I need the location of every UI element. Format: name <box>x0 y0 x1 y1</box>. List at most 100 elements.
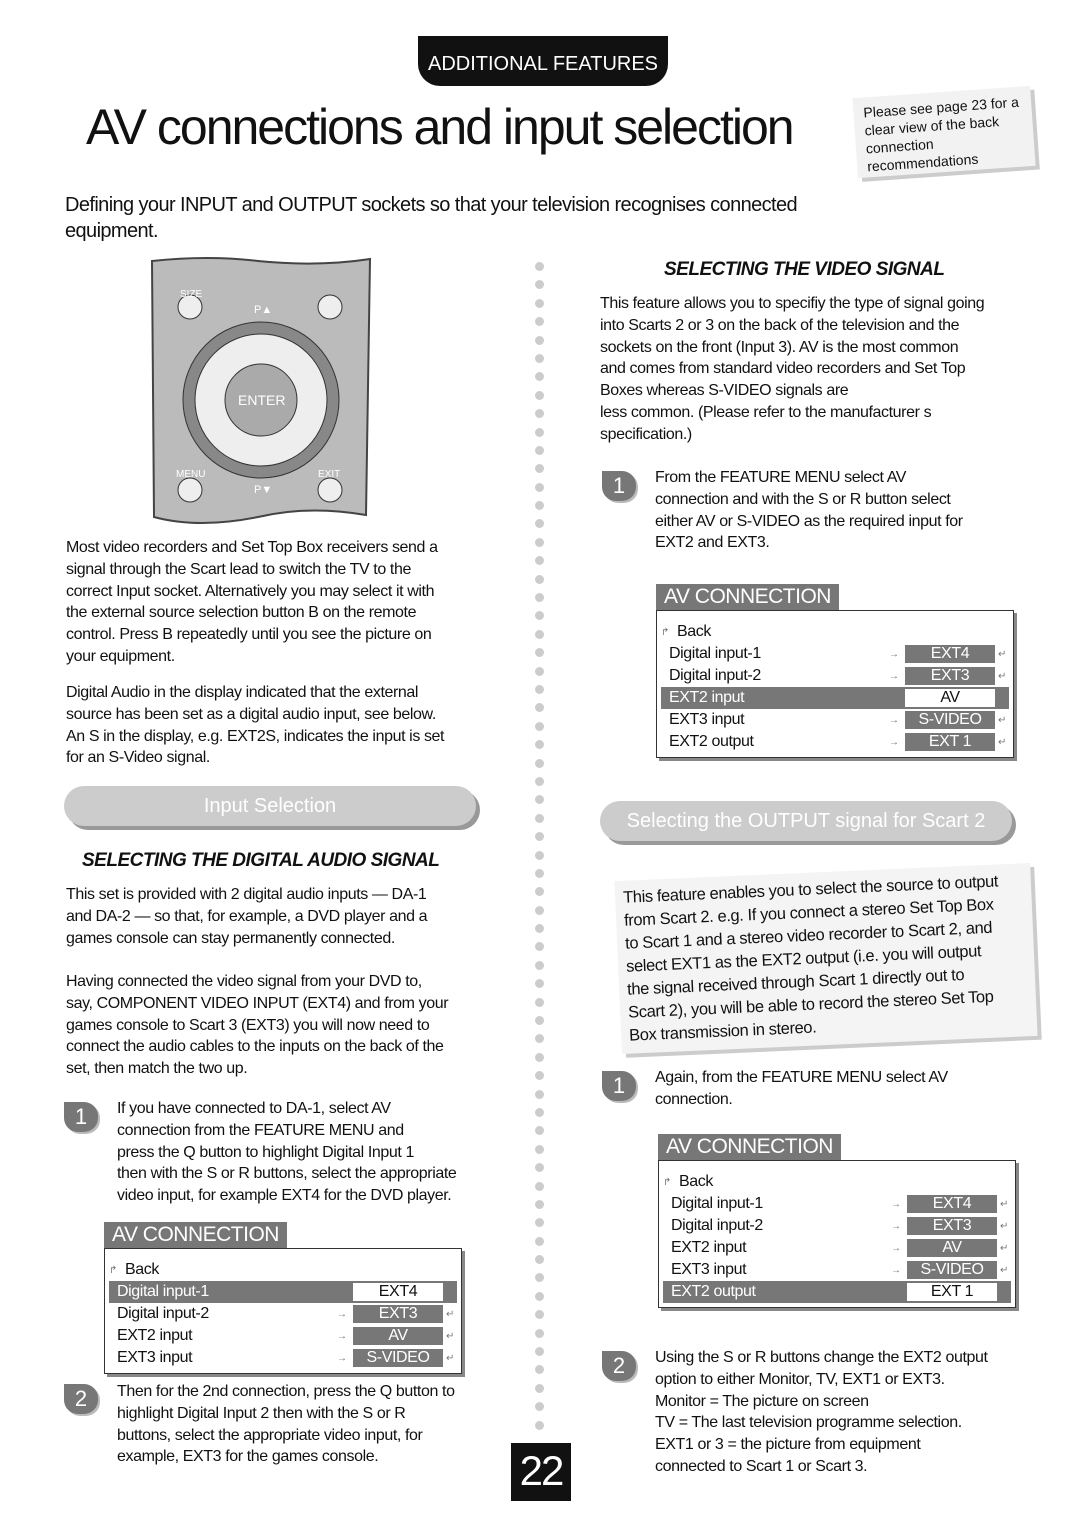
step-number: 2 <box>602 1351 636 1381</box>
divider-dot <box>535 1383 544 1393</box>
menu-row-label: Digital input-2 <box>671 1217 763 1234</box>
divider-dot <box>535 537 544 547</box>
divider-dot <box>535 1107 544 1117</box>
menu-row[interactable]: EXT2 input → AV ↵ <box>109 1325 457 1347</box>
arrow-icon: → <box>337 1330 347 1342</box>
text-line: and comes from standard video recorders … <box>600 360 966 378</box>
divider-dot <box>535 1347 544 1357</box>
arrow-icon: → <box>337 1352 347 1364</box>
text-line: for an S-Video signal. <box>66 749 210 767</box>
text-line: EXT1 or 3 = the picture from equipment <box>655 1436 921 1454</box>
digital-audio-heading: SELECTING THE DIGITAL AUDIO SIGNAL <box>82 850 440 871</box>
left-step-2-text: Then for the 2nd connection, press the Q… <box>117 1381 497 1468</box>
text-line: EXT2 and EXT3. <box>655 534 770 552</box>
divider-dot <box>535 666 544 676</box>
menu-row[interactable]: Digital input-2 → EXT3 ↵ <box>109 1303 457 1325</box>
menu-row-value: EXT3 <box>905 667 995 685</box>
menu-row[interactable]: EXT2 input → AV ↵ <box>661 687 1009 709</box>
text-line: option to either Monitor, TV, EXT1 or EX… <box>655 1370 945 1388</box>
return-icon: ↵ <box>1000 1242 1008 1254</box>
text-line: connection. <box>655 1090 733 1108</box>
divider-dot <box>535 1236 544 1246</box>
arrow-icon: → <box>889 736 899 748</box>
step-number: 2 <box>64 1384 98 1414</box>
menu-row-value: S-VIDEO <box>905 711 995 729</box>
menu-row-value: S-VIDEO <box>353 1349 443 1367</box>
divider-dot <box>535 740 544 750</box>
menu-row-value: EXT4 <box>907 1195 997 1213</box>
text-line: sockets on the front (Input 3). AV is th… <box>600 338 959 356</box>
menu-row[interactable]: EXT3 input → S-VIDEO ↵ <box>663 1259 1011 1281</box>
divider-dot <box>535 942 544 952</box>
menu-row[interactable]: Digital input-1 → EXT4 ↵ <box>663 1193 1011 1215</box>
divider-dot <box>535 960 544 970</box>
left-paragraph-1: Most video recorders and Set Top Box rec… <box>66 537 486 668</box>
menu-row-value: EXT3 <box>907 1217 997 1235</box>
menu-row[interactable]: EXT2 output → EXT 1 ↵ <box>661 731 1009 753</box>
text-line: and DA-2 — so that, for example, a DVD p… <box>66 907 428 925</box>
input-selection-banner: Input Selection <box>64 786 476 826</box>
divider-dot <box>535 868 544 878</box>
return-icon: ↵ <box>446 1286 454 1298</box>
remote-control-illustration: SIZE P▲ ENTER MENU EXIT P▼ <box>150 257 372 524</box>
divider-dot <box>535 703 544 713</box>
text-line: video input, for example EXT4 for the DV… <box>117 1187 452 1205</box>
return-icon: ↵ <box>998 736 1006 748</box>
divider-dot <box>535 611 544 621</box>
menu-row[interactable]: Digital input-2 → EXT3 ↵ <box>663 1215 1011 1237</box>
menu-row-value: EXT4 <box>905 645 995 663</box>
arrow-icon: → <box>337 1308 347 1320</box>
return-icon: ↵ <box>446 1330 454 1342</box>
text-line: This set is provided with 2 digital audi… <box>66 886 427 903</box>
menu-row[interactable]: EXT3 input → S-VIDEO ↵ <box>661 709 1009 731</box>
arrow-icon: → <box>889 648 899 660</box>
divider-dot <box>535 262 544 271</box>
step-number: 1 <box>602 471 636 501</box>
divider-dot <box>535 556 544 566</box>
menu-back-item[interactable]: ↱ Back <box>109 1259 457 1281</box>
menu-row[interactable]: EXT2 input → AV ↵ <box>663 1237 1011 1259</box>
right-step-3-text: Using the S or R buttons change the EXT2… <box>655 1347 1035 1478</box>
divider-dot <box>535 887 544 897</box>
menu-row[interactable]: Digital input-1 → EXT4 ↵ <box>661 643 1009 665</box>
menu-row[interactable]: Digital input-1 → EXT4 ↵ <box>109 1281 457 1303</box>
arrow-icon: → <box>889 714 899 726</box>
divider-dot <box>535 850 544 860</box>
menu-back-item[interactable]: ↱ Back <box>663 1171 1011 1193</box>
menu-box: ↱ Back Digital input-1 → EXT4 ↵ Digital input… <box>656 610 1014 758</box>
back-arrow-icon: ↱ <box>109 1264 117 1276</box>
divider-dot <box>535 813 544 823</box>
divider-dot <box>535 1328 544 1338</box>
divider-dot <box>535 1181 544 1191</box>
menu-row-value: AV <box>907 1239 997 1257</box>
text-line: less common. (Please refer to the manufa… <box>600 403 932 421</box>
menu-box: ↱ Back Digital input-1 → EXT4 ↵ Digital input… <box>658 1160 1016 1308</box>
left-paragraph-3: This set is provided with 2 digital audi… <box>66 884 486 949</box>
menu-row[interactable]: EXT2 output → EXT 1 ↵ <box>663 1281 1011 1303</box>
av-connection-menu-1: AV CONNECTION ↱ Back Digital input-1 → EXT4… <box>104 1222 462 1374</box>
output-signal-banner: Selecting the OUTPUT signal for Scart 2 <box>600 801 1012 841</box>
divider-dot <box>535 1199 544 1209</box>
menu-row-label: EXT2 input <box>117 1327 193 1344</box>
menu-row-label: EXT2 output <box>669 733 754 750</box>
arrow-icon: → <box>891 1286 901 1298</box>
menu-row-label: EXT2 input <box>669 689 745 706</box>
divider-dot <box>535 482 544 492</box>
left-paragraph-4: Having connected the video signal from y… <box>66 971 486 1080</box>
arrow-icon: → <box>891 1242 901 1254</box>
text-line: Boxes whereas S-VIDEO signals are <box>600 382 849 400</box>
text-line: From the FEATURE MENU select AV <box>655 469 907 486</box>
menu-row[interactable]: Digital input-2 → EXT3 ↵ <box>661 665 1009 687</box>
menu-row-label: EXT3 input <box>117 1349 193 1366</box>
divider-dot <box>535 353 544 363</box>
step-number: 1 <box>602 1071 636 1101</box>
menu-back-item[interactable]: ↱ Back <box>661 621 1009 643</box>
menu-row-value: EXT 1 <box>907 1283 997 1301</box>
divider-dot <box>535 519 544 529</box>
menu-row[interactable]: EXT3 input → S-VIDEO ↵ <box>109 1347 457 1369</box>
text-line: games console to Scart 3 (EXT3) you will… <box>66 1016 430 1034</box>
divider-dot <box>535 924 544 934</box>
left-paragraph-2: Digital Audio in the display indicated t… <box>66 682 486 769</box>
section-tab: ADDITIONAL FEATURES <box>418 36 668 86</box>
return-icon: ↵ <box>998 714 1006 726</box>
